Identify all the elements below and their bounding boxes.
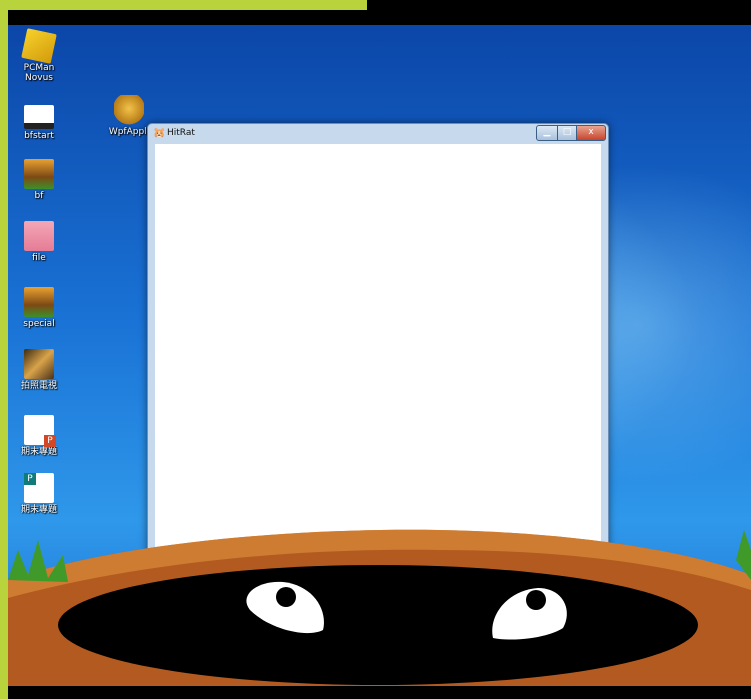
- desktop-icon-label: PCMan Novus: [23, 63, 55, 83]
- desktop-icon-label: file: [32, 253, 46, 263]
- left-frame-strip: [0, 0, 8, 699]
- special-icon: [24, 287, 54, 317]
- grass-left: [8, 540, 68, 582]
- powerpoint-file-icon: P: [24, 415, 56, 447]
- desktop-icon-label: 期末專題: [20, 447, 57, 457]
- rat-hole[interactable]: [58, 565, 698, 685]
- desktop-icon-label: special: [23, 319, 55, 329]
- wpf-app-icon: [114, 95, 144, 125]
- desktop-icon-file[interactable]: file: [8, 221, 70, 263]
- left-pupil: [276, 587, 296, 607]
- bf-icon: [24, 159, 54, 189]
- desktop-icon-special[interactable]: special: [8, 287, 70, 329]
- desktop-icon-publisher[interactable]: P 期末專題: [8, 473, 70, 515]
- desktop-icon-bf[interactable]: bf: [8, 159, 70, 201]
- desktop-icon-label: 期末專題: [20, 505, 57, 515]
- rat-hole-scene[interactable]: [8, 520, 751, 686]
- bfstart-icon: [24, 105, 54, 129]
- desktop-icon-label: 拍照電視: [20, 381, 57, 391]
- maximize-button[interactable]: □: [557, 125, 577, 141]
- desktop-icon-label: bfstart: [24, 131, 54, 141]
- top-frame-strip: [0, 0, 367, 10]
- desktop-icon-label: bf: [34, 191, 44, 201]
- close-button[interactable]: x: [576, 125, 606, 141]
- window-titlebar[interactable]: 🐹 HitRat ▁ □ x: [148, 124, 608, 144]
- file-icon: [24, 221, 54, 251]
- desktop-icon-pcman-novus[interactable]: PCMan Novus: [8, 28, 70, 83]
- app-icon: 🐹: [153, 128, 166, 139]
- desktop-icon-photo[interactable]: 拍照電視: [8, 349, 70, 391]
- photo-app-icon: [24, 349, 54, 379]
- publisher-file-icon: P: [24, 473, 54, 503]
- minimize-button[interactable]: ▁: [536, 125, 558, 141]
- pcman-novus-icon: [21, 28, 57, 64]
- right-pupil: [526, 590, 546, 610]
- desktop-icon-bfstart[interactable]: bfstart: [8, 99, 70, 141]
- window-title: HitRat: [167, 128, 195, 138]
- desktop-icon-ppt[interactable]: P 期末專題: [8, 415, 70, 457]
